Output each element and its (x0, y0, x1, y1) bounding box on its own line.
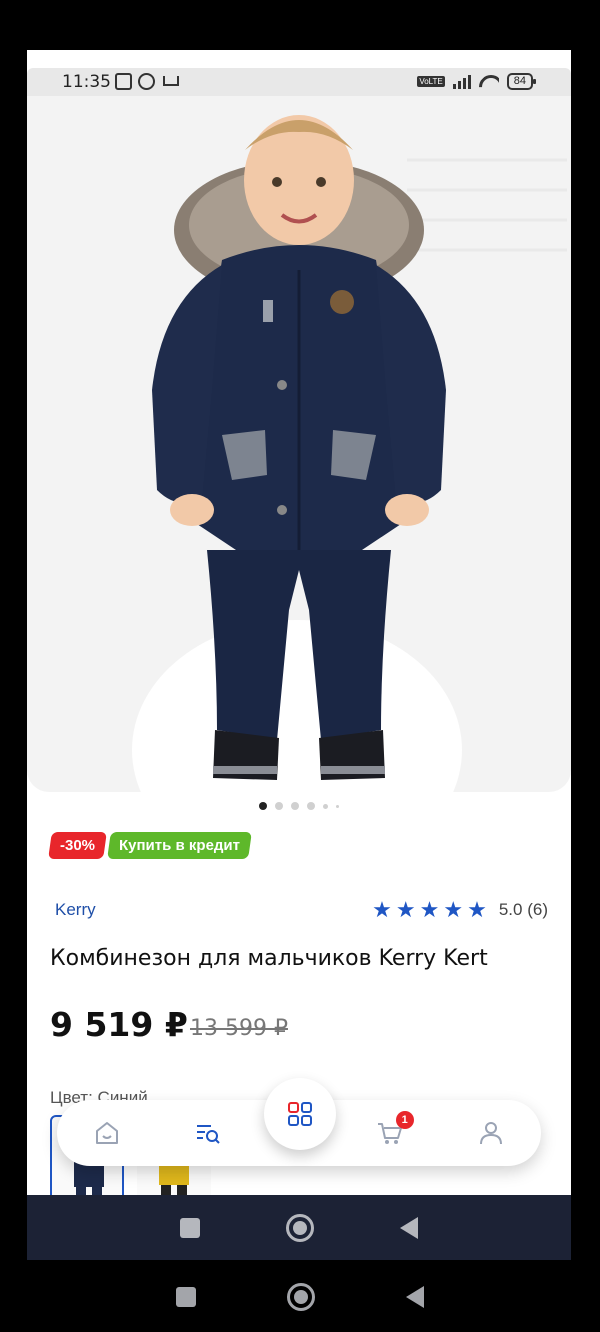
star-icon: ★ (443, 897, 464, 922)
carousel-dot[interactable] (307, 802, 315, 810)
catalog-grid-icon (288, 1102, 312, 1126)
product-title: Комбинезон для мальчиков Kerry Kert (50, 946, 488, 971)
signal-icon (452, 74, 471, 89)
star-icon: ★ (419, 897, 440, 922)
system-navigation-bar (27, 1195, 571, 1260)
status-time: 11:35 (62, 72, 111, 92)
volte-icon: VoLTE (417, 76, 445, 87)
child-in-snowsuit-illustration (152, 115, 446, 780)
device-back-button[interactable] (406, 1286, 425, 1308)
star-icon: ★ (467, 897, 487, 922)
star-icon: ★ (372, 897, 392, 922)
shop-notification-icon (161, 73, 179, 90)
app-screen: 11:35 VoLTE 84 -30% Купить в кредит Kerr… (27, 50, 571, 1260)
status-right: VoLTE 84 (417, 73, 537, 90)
credit-badge[interactable]: Купить в кредит (107, 832, 252, 859)
home-icon (96, 1122, 118, 1144)
nav-catalog[interactable] (264, 1078, 336, 1150)
old-price: 13 599 ₽ (190, 1016, 288, 1041)
nav-search[interactable] (192, 1117, 224, 1149)
image-carousel-indicator[interactable] (27, 802, 571, 810)
carousel-dot[interactable] (275, 802, 283, 810)
recents-button[interactable] (180, 1217, 200, 1238)
discount-badge: -30% (48, 832, 107, 859)
nav-profile[interactable] (475, 1117, 507, 1149)
rating-value: 5.0 (6) (498, 900, 548, 919)
product-badges: -30% Купить в кредит (48, 832, 252, 859)
nav-home[interactable] (91, 1117, 123, 1149)
notification-icons (115, 73, 179, 90)
status-bar: 11:35 VoLTE 84 (27, 68, 571, 96)
search-catalog-icon (197, 1125, 221, 1144)
product-rating[interactable]: ★ ★ ★ ★ ★ 5.0 (6) (372, 897, 548, 922)
cart-count-badge: 1 (395, 1111, 414, 1129)
brand-link[interactable]: Kerry (55, 900, 96, 920)
device-navigation-bar (0, 1262, 600, 1332)
current-price: 9 519 ₽ (50, 1005, 188, 1044)
back-button[interactable] (400, 1216, 418, 1239)
carousel-dot[interactable] (291, 802, 299, 810)
wifi-icon (479, 74, 499, 89)
star-icon: ★ (395, 897, 416, 922)
battery-indicator: 84 (506, 73, 537, 90)
profile-icon (479, 1122, 502, 1145)
product-image[interactable] (27, 90, 571, 792)
home-button[interactable] (286, 1213, 314, 1242)
nav-cart[interactable]: 1 (374, 1111, 414, 1149)
carousel-dot[interactable] (259, 802, 267, 810)
carousel-dot[interactable] (323, 803, 328, 809)
carousel-dot[interactable] (336, 804, 339, 808)
device-home-button[interactable] (286, 1283, 315, 1311)
viber-icon (138, 73, 155, 90)
nfc-icon (115, 73, 132, 90)
device-recents-button[interactable] (175, 1287, 196, 1307)
